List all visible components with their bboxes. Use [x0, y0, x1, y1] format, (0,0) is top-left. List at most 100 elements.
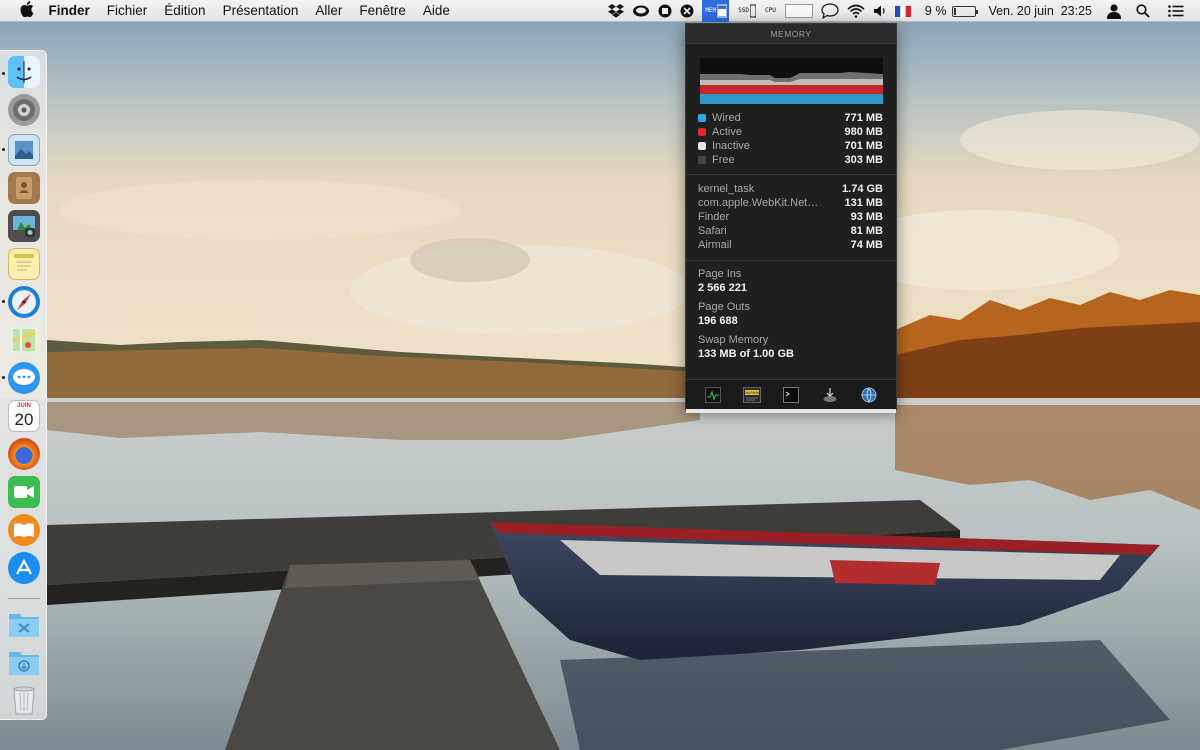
process-row[interactable]: Airmail 74 MB — [698, 238, 883, 252]
ssd-monitor-icon[interactable]: SSD — [737, 0, 757, 22]
process-row[interactable]: com.apple.WebKit.Net… 131 MB — [698, 196, 883, 210]
airplane-icon[interactable] — [680, 0, 694, 22]
notes-icon[interactable] — [8, 248, 40, 280]
terminal-icon[interactable] — [781, 386, 801, 404]
menu-edit[interactable]: Édition — [156, 0, 214, 22]
cloud-icon[interactable] — [632, 0, 650, 22]
compass-icon[interactable] — [8, 286, 40, 318]
menu-window[interactable]: Fenêtre — [351, 0, 415, 22]
page-outs-label: Page Outs — [698, 301, 750, 313]
menu-go[interactable]: Aller — [307, 0, 351, 22]
page-ins-label: Page Ins — [698, 268, 742, 280]
trash-icon[interactable] — [8, 684, 40, 716]
wired-label: Wired — [712, 112, 741, 124]
process-name: Finder — [698, 211, 730, 223]
folder-icon[interactable] — [8, 608, 40, 640]
process-memory: 81 MB — [850, 225, 883, 237]
menu-file[interactable]: Fichier — [98, 0, 156, 22]
memory-popover: MEMORY Wired 771 MB Active 980 MB Inacti… — [685, 23, 897, 413]
disk-utility-icon[interactable] — [820, 386, 840, 404]
volume-icon[interactable] — [873, 0, 887, 22]
wired-swatch — [698, 114, 706, 122]
page-outs-value: 196 688 — [698, 315, 738, 327]
running-indicator — [2, 300, 5, 303]
process-memory: 131 MB — [844, 197, 883, 209]
calendar-day: 20 — [14, 410, 34, 429]
page-ins-value: 2 566 221 — [698, 282, 747, 294]
inactive-value: 701 MB — [844, 140, 883, 152]
preview-icon[interactable] — [8, 134, 40, 166]
menu-view[interactable]: Présentation — [214, 0, 307, 22]
battery-percent[interactable]: 9 % — [925, 4, 947, 18]
process-row[interactable]: kernel_task 1.74 GB — [698, 182, 883, 196]
clock[interactable]: Ven. 20 juin 23:25 — [988, 4, 1092, 18]
process-memory: 93 MB — [850, 211, 883, 223]
gear-icon[interactable] — [8, 94, 40, 126]
swap-memory-label: Swap Memory — [698, 334, 769, 346]
text-field-icon[interactable] — [784, 0, 813, 22]
spotlight-icon[interactable] — [1136, 0, 1150, 22]
divider — [686, 260, 896, 261]
popover-bottom-edge — [686, 409, 896, 413]
dock: JUIN 20 — [0, 50, 47, 720]
process-name: kernel_task — [698, 183, 755, 195]
process-name: com.apple.WebKit.Net… — [698, 197, 819, 209]
network-utility-icon[interactable] — [859, 386, 879, 404]
map-icon[interactable] — [8, 324, 40, 356]
popover-footer: WARNIN — [686, 379, 896, 409]
popover-title: MEMORY — [686, 24, 896, 44]
dropbox-icon[interactable] — [608, 0, 625, 22]
book-icon[interactable] — [8, 514, 40, 546]
wifi-icon[interactable] — [847, 0, 865, 22]
memory-history-graph — [700, 58, 883, 104]
finder-icon[interactable] — [8, 56, 40, 88]
running-indicator — [2, 148, 5, 151]
firefox-icon[interactable] — [8, 438, 40, 470]
console-icon[interactable]: WARNIN — [742, 386, 762, 404]
console-warning-label: WARNIN — [745, 391, 760, 395]
swap-memory-value: 133 MB of 1.00 GB — [698, 348, 794, 360]
desktop-wallpaper — [0, 0, 1200, 750]
french-flag-icon[interactable] — [894, 0, 911, 22]
contacts-icon[interactable] — [8, 172, 40, 204]
user-icon[interactable] — [1106, 0, 1122, 22]
menu-app-name[interactable]: Finder — [40, 0, 98, 22]
running-indicator — [2, 72, 5, 75]
active-swatch — [698, 128, 706, 136]
camera-icon[interactable] — [8, 210, 40, 242]
mem-monitor-icon[interactable]: MEM — [702, 0, 730, 22]
memory-active-row: Active 980 MB — [698, 125, 883, 139]
memory-inactive-row: Inactive 701 MB — [698, 139, 883, 153]
cpu-monitor-icon[interactable]: CPU — [764, 0, 777, 22]
battery-icon[interactable] — [952, 5, 979, 17]
folder-download-icon[interactable] — [8, 646, 40, 678]
divider — [686, 174, 896, 175]
apple-logo-icon[interactable] — [14, 0, 40, 21]
active-value: 980 MB — [844, 126, 883, 138]
memory-wired-row: Wired 771 MB — [698, 111, 883, 125]
calendar-month: JUIN — [17, 403, 31, 409]
free-label: Free — [712, 154, 735, 166]
chat-icon[interactable] — [8, 362, 40, 394]
app-store-icon[interactable] — [8, 552, 40, 584]
inactive-swatch — [698, 142, 706, 150]
process-row[interactable]: Safari 81 MB — [698, 224, 883, 238]
calendar-icon[interactable]: JUIN 20 — [8, 400, 40, 432]
notification-center-icon[interactable] — [1168, 0, 1184, 22]
menu-help[interactable]: Aide — [414, 0, 458, 22]
chat-bubble-icon[interactable] — [821, 0, 839, 22]
process-memory: 74 MB — [850, 239, 883, 251]
process-name: Airmail — [698, 239, 732, 251]
memory-free-row: Free 303 MB — [698, 153, 883, 167]
inactive-label: Inactive — [712, 140, 750, 152]
video-icon[interactable] — [8, 476, 40, 508]
record-icon[interactable] — [658, 0, 672, 22]
active-label: Active — [712, 126, 742, 138]
free-value: 303 MB — [844, 154, 883, 166]
process-name: Safari — [698, 225, 727, 237]
menu-bar: Finder Fichier Édition Présentation Alle… — [0, 0, 1200, 22]
process-row[interactable]: Finder 93 MB — [698, 210, 883, 224]
wired-value: 771 MB — [844, 112, 883, 124]
free-swatch — [698, 156, 706, 164]
activity-monitor-icon[interactable] — [703, 386, 723, 404]
